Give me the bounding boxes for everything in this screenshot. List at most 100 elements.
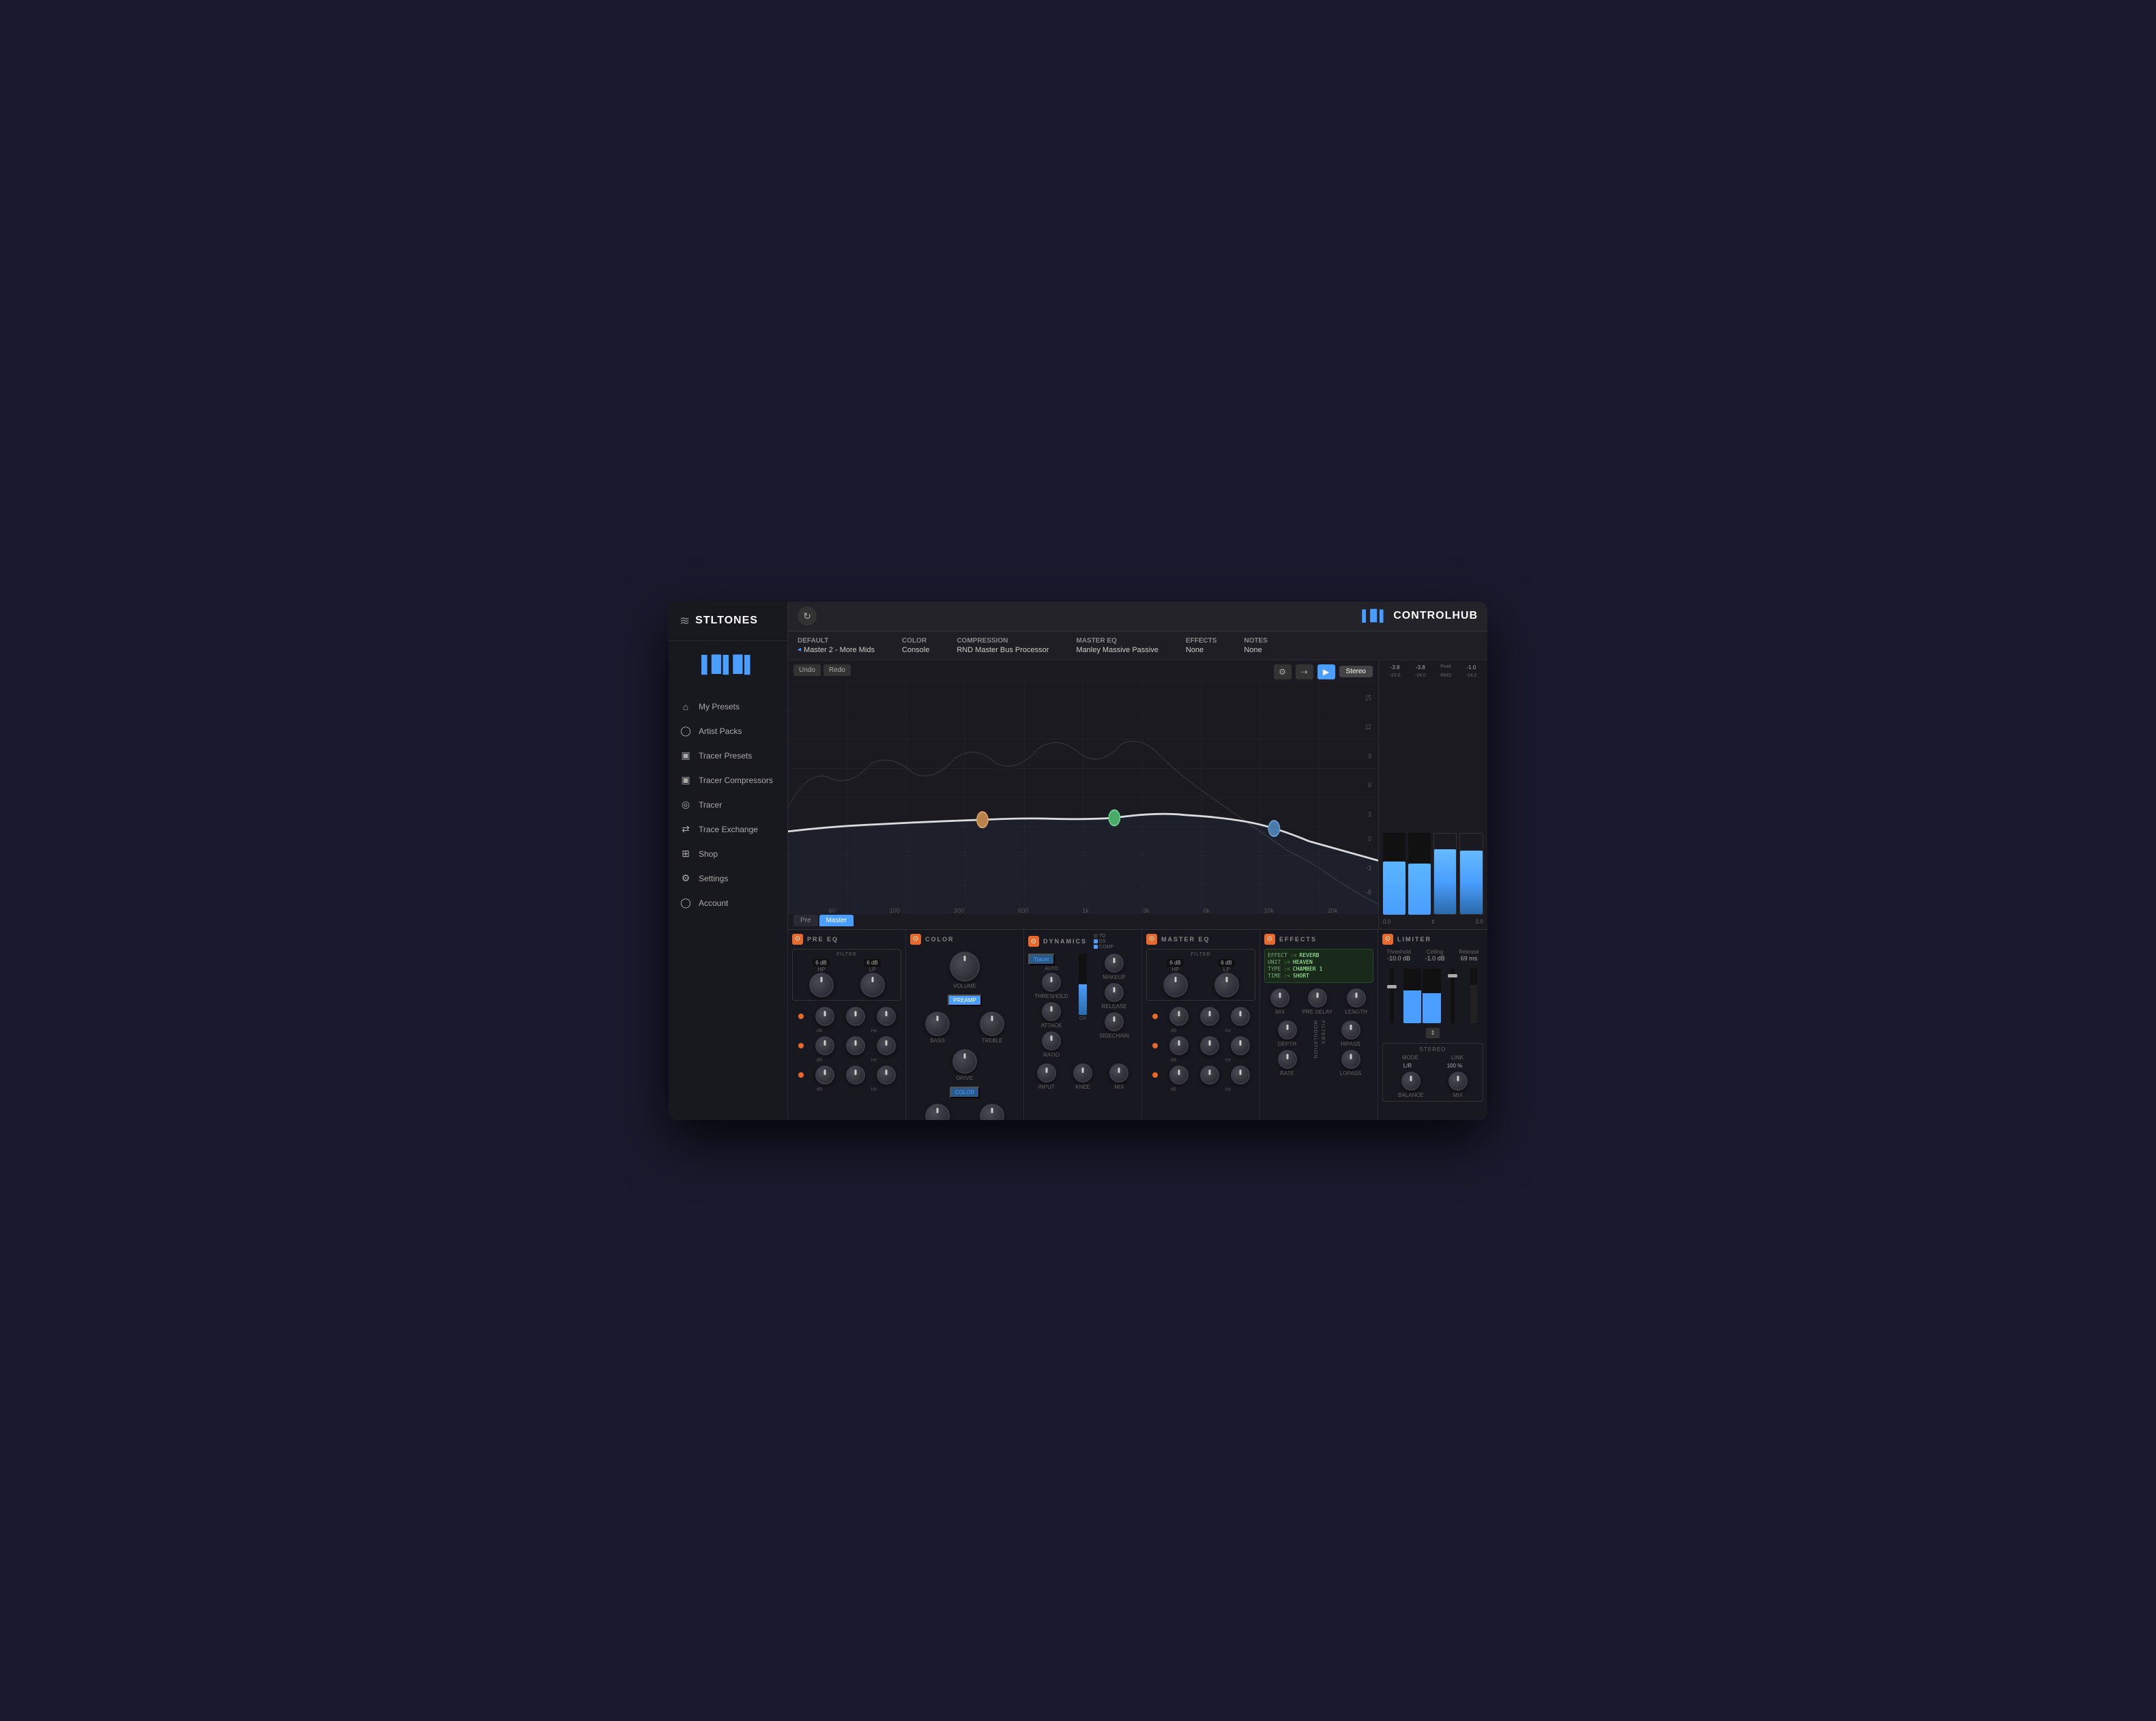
- effects-mix-knob[interactable]: [1270, 988, 1290, 1007]
- limiter-threshold-value: -10.0 dB: [1387, 955, 1410, 962]
- limiter-release-param: Release 69 ms: [1459, 949, 1478, 962]
- limiter-balance-label: BALANCE: [1398, 1092, 1423, 1098]
- eq-tab-pre[interactable]: Pre: [793, 915, 818, 926]
- pre-eq-band2-q-knob[interactable]: [877, 1036, 896, 1055]
- pre-eq-band2-freq-knob[interactable]: [846, 1036, 865, 1055]
- dynamics-tracer-badge[interactable]: Tracer: [1028, 954, 1055, 965]
- color-preamp-badge[interactable]: PREAMP: [948, 995, 982, 1006]
- limiter-meter-r-fill: [1423, 993, 1440, 1023]
- master-eq-b2-q[interactable]: [1231, 1036, 1250, 1055]
- sidebar-item-tracer[interactable]: ◎ Tracer: [669, 793, 787, 817]
- limiter-slider-thumb[interactable]: [1387, 985, 1397, 988]
- effects-rate-knob[interactable]: [1278, 1050, 1297, 1069]
- dynamics-attack-knob[interactable]: [1042, 1002, 1061, 1021]
- limiter-mix-knob[interactable]: [1448, 1072, 1468, 1091]
- dynamics-release-knob[interactable]: [1105, 983, 1124, 1002]
- master-eq-b1-hz[interactable]: [1200, 1007, 1219, 1026]
- effects-bottom-area: DEPTH RATE MODULATION FILTERS HIPASS: [1264, 1020, 1373, 1076]
- sidebar-item-trace-exchange[interactable]: ⇄ Trace Exchange: [669, 817, 787, 842]
- preset-label-notes: Notes: [1244, 637, 1267, 645]
- sidebar-item-account[interactable]: ◯ Account: [669, 891, 787, 915]
- module-icon-color: ⊙: [910, 934, 921, 945]
- effects-lopass-knob[interactable]: [1341, 1050, 1360, 1069]
- dynamics-input-knob[interactable]: [1037, 1063, 1056, 1083]
- sidebar-item-tracer-compressors[interactable]: ▣ Tracer Compressors: [669, 768, 787, 793]
- color-tape-knob[interactable]: [925, 1104, 950, 1120]
- dynamics-controls: Tracer AUTO THRESHOLD ATTACK: [1028, 954, 1075, 1058]
- dynamics-knee-knob[interactable]: [1073, 1063, 1092, 1083]
- master-eq-b2-labels: dBHz: [1146, 1058, 1255, 1063]
- dynamics-sidechain-knob[interactable]: [1105, 1012, 1124, 1031]
- preset-group-effects[interactable]: Effects None: [1186, 637, 1217, 654]
- shop-icon: ⊞: [680, 848, 692, 860]
- preset-group-compression[interactable]: Compression RND Master Bus Processor: [957, 637, 1049, 654]
- pre-eq-band1-freq-knob[interactable]: [846, 1007, 865, 1026]
- eq-loop-button[interactable]: ⇢: [1296, 664, 1313, 679]
- dynamics-mix-knob[interactable]: [1109, 1063, 1128, 1083]
- color-volume-knob[interactable]: [950, 952, 980, 982]
- eq-play-button[interactable]: ▶: [1317, 664, 1335, 679]
- dynamics-ratio-group: RATIO: [1028, 1031, 1075, 1058]
- master-eq-b3-q[interactable]: [1231, 1065, 1250, 1085]
- top-bar: ↻ ▌▊▌ CONTROLHUB: [788, 602, 1487, 632]
- undo-button[interactable]: Undo: [793, 664, 821, 676]
- pre-eq-band3-labels: dBHz: [792, 1087, 901, 1092]
- limiter-meter-bars: [1403, 969, 1440, 1023]
- preset-group-master-eq[interactable]: Master EQ Manley Massive Passive: [1076, 637, 1158, 654]
- color-color-badge[interactable]: COLOR: [950, 1087, 980, 1098]
- effects-length-knob[interactable]: [1347, 988, 1366, 1007]
- eq-settings-button[interactable]: ⚙: [1274, 664, 1292, 679]
- master-eq-b3-hz[interactable]: [1200, 1065, 1219, 1085]
- pre-eq-band1-labels: dBHz: [792, 1029, 901, 1033]
- sidebar-item-shop[interactable]: ⊞ Shop: [669, 842, 787, 866]
- pre-eq-hp-knob[interactable]: [809, 973, 834, 997]
- preset-group-notes[interactable]: Notes None: [1244, 637, 1267, 654]
- master-eq-b2-db[interactable]: [1169, 1036, 1189, 1055]
- color-bass-knob[interactable]: [925, 1012, 950, 1036]
- limiter-ceiling-thumb[interactable]: [1448, 974, 1457, 977]
- dynamics-gr-label: GR: [1079, 1016, 1087, 1021]
- pre-eq-band3-q-knob[interactable]: [877, 1065, 896, 1085]
- limiter-link-label: LINK: [1451, 1055, 1463, 1061]
- limiter-ceiling-label: Ceiling: [1427, 949, 1443, 955]
- nav-label-trace-exchange: Trace Exchange: [699, 825, 758, 834]
- master-eq-b2-hz[interactable]: [1200, 1036, 1219, 1055]
- pre-eq-band3-db-knob[interactable]: [815, 1065, 834, 1085]
- color-tube-knob[interactable]: [980, 1104, 1004, 1120]
- master-eq-lp-knob[interactable]: [1214, 973, 1239, 997]
- pre-eq-lp-knob[interactable]: [860, 973, 885, 997]
- master-eq-band2-dot: [1152, 1043, 1158, 1048]
- color-drive-knob[interactable]: [952, 1049, 977, 1074]
- sidebar-item-my-presets[interactable]: ⌂ My Presets: [669, 694, 787, 719]
- limiter-link-button[interactable]: ⇕: [1426, 1028, 1440, 1038]
- master-eq-b1-q[interactable]: [1231, 1007, 1250, 1026]
- eq-tab-master[interactable]: Master: [819, 915, 854, 926]
- redo-button[interactable]: Redo: [824, 664, 851, 676]
- master-eq-b1-db[interactable]: [1169, 1007, 1189, 1026]
- pre-eq-band2-db-knob[interactable]: [815, 1036, 834, 1055]
- meter-bar-right: [1408, 833, 1431, 915]
- dynamics-makeup-knob[interactable]: [1105, 954, 1124, 973]
- sidebar-item-settings[interactable]: ⚙ Settings: [669, 866, 787, 891]
- dynamics-gr-meter: GR: [1079, 954, 1087, 1021]
- color-treble-knob[interactable]: [980, 1012, 1004, 1036]
- pre-eq-band1-q-knob[interactable]: [877, 1007, 896, 1026]
- preset-value-default: ◂ Master 2 - More Mids: [798, 646, 875, 654]
- sidebar-item-tracer-presets[interactable]: ▣ Tracer Presets: [669, 744, 787, 768]
- pre-eq-band3-freq-knob[interactable]: [846, 1065, 865, 1085]
- sidebar-item-artist-packs[interactable]: ◯ Artist Packs: [669, 719, 787, 744]
- pre-eq-band1-db-knob[interactable]: [815, 1007, 834, 1026]
- dynamics-ratio-knob[interactable]: [1042, 1031, 1061, 1050]
- dynamics-threshold-knob[interactable]: [1042, 973, 1061, 992]
- effects-predelay-knob[interactable]: [1308, 988, 1327, 1007]
- nav-label-settings: Settings: [699, 874, 728, 883]
- master-eq-hp-knob[interactable]: [1163, 973, 1188, 997]
- effects-depth-knob[interactable]: [1278, 1020, 1297, 1040]
- preset-group-default[interactable]: Default ◂ Master 2 - More Mids: [798, 637, 875, 654]
- preset-group-color[interactable]: Color Console: [902, 637, 929, 654]
- master-eq-b3-db[interactable]: [1169, 1065, 1189, 1085]
- limiter-balance-knob[interactable]: [1401, 1072, 1421, 1091]
- effects-hipass-knob[interactable]: [1341, 1020, 1360, 1040]
- refresh-button[interactable]: ↻: [798, 606, 817, 626]
- stereo-button[interactable]: Stereo: [1339, 666, 1373, 677]
